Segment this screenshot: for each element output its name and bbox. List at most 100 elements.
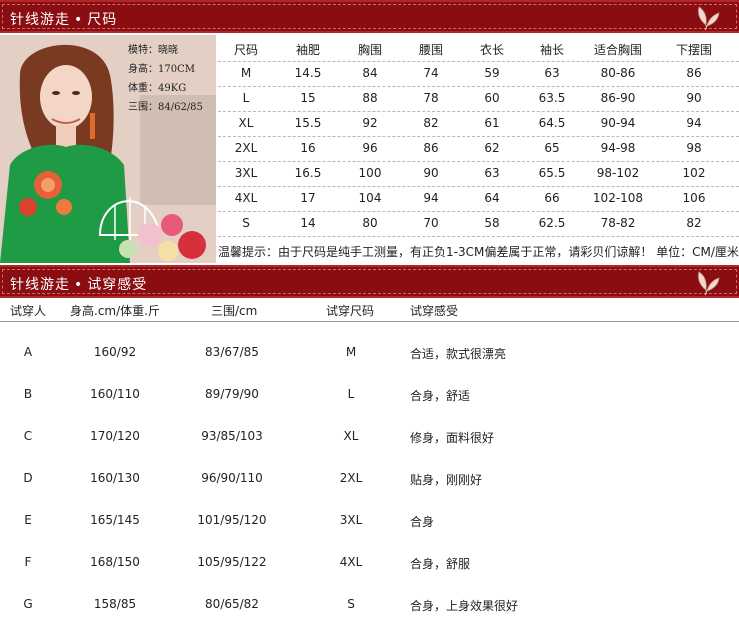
size-table-cell: 102 <box>682 166 706 180</box>
size-header-cell: 下摆围 <box>675 43 712 57</box>
try-header-divider <box>0 321 739 322</box>
try-table-cell: 170/120 <box>90 429 140 443</box>
size-table-cell: 100 <box>358 166 382 180</box>
try-table-cell: 160/110 <box>90 387 140 401</box>
size-tip-text: 温馨提示：由于尺码是纯手工测量，有正负1-3CM偏差属于正常，请彩贝们谅解！ 单… <box>218 245 739 259</box>
size-table-cell: 2XL <box>234 141 258 155</box>
size-section-banner: 针线游走 • 尺码 <box>0 0 739 33</box>
size-header-cell: 衣长 <box>479 43 504 57</box>
try-table-cell: 合适，款式很漂亮 <box>410 347 507 361</box>
try-table-cell: 96/90/110 <box>201 471 263 485</box>
try-table-cell: XL <box>343 429 359 443</box>
try-table-cell: 160/130 <box>90 471 140 485</box>
size-section-title: 针线游走 • 尺码 <box>10 9 117 29</box>
try-on-section-title: 针线游走 • 试穿感受 <box>10 274 147 294</box>
try-table-cell: 合身，舒适 <box>410 389 471 403</box>
model-name: 模特：晓晓 <box>128 45 178 56</box>
size-table-cell: 60 <box>484 91 500 105</box>
try-table-cell: 3XL <box>339 513 363 527</box>
size-table-cell: 78-82 <box>600 216 636 230</box>
title-dot: • <box>74 12 84 28</box>
size-table-row: M 14.5 84 74 59 63 80-86 86 <box>218 62 739 87</box>
size-table-cell: 58 <box>484 216 500 230</box>
size-table-cell: 16 <box>300 141 316 155</box>
size-table-cell: 80 <box>362 216 378 230</box>
size-table-cell: 106 <box>682 191 706 205</box>
size-table-cell: 15 <box>300 91 316 105</box>
model-photo: 模特：晓晓 身高：170CM 体重：49KG 三围：84/62/85 <box>0 35 216 263</box>
size-table-cell: 70 <box>423 216 439 230</box>
size-table-cell: 88 <box>362 91 378 105</box>
size-table-cell: 17 <box>300 191 316 205</box>
try-header-cell: 身高.cm/体重.斤 <box>70 304 160 318</box>
try-on-section-banner: 针线游走 • 试穿感受 <box>0 265 739 298</box>
try-table-cell: 158/85 <box>93 597 137 611</box>
try-table-cell: 101/95/120 <box>197 513 267 527</box>
try-table-cell: 93/85/103 <box>201 429 263 443</box>
try-table-cell: 160/92 <box>93 345 137 359</box>
size-table-cell: 74 <box>423 66 439 80</box>
size-table-cell: 96 <box>362 141 378 155</box>
size-table-cell: 62 <box>484 141 500 155</box>
size-table-row: XL 15.5 92 82 61 64.5 90-94 94 <box>218 112 739 137</box>
model-weight: 体重：49KG <box>128 83 187 94</box>
size-table-cell: 62.5 <box>538 216 566 230</box>
try-table-cell: 4XL <box>339 555 363 569</box>
try-table-cell: 修身，面料很好 <box>410 431 495 445</box>
try-header-cell: 试穿感受 <box>410 304 459 318</box>
try-table-cell: 83/67/85 <box>205 345 259 359</box>
size-table-cell: 86 <box>686 66 702 80</box>
try-table-cell: 165/145 <box>90 513 140 527</box>
size-table-cell: 98-102 <box>596 166 640 180</box>
brand-name: 针线游走 <box>10 12 70 28</box>
size-table-cell: M <box>240 66 252 80</box>
title-dot: • <box>74 277 84 293</box>
size-table-cell: 104 <box>358 191 382 205</box>
size-table-cell: 61 <box>484 116 500 130</box>
try-table-cell: 168/150 <box>90 555 140 569</box>
try-table-cell: 合身，舒服 <box>410 557 471 571</box>
try-header-cell: 三围/cm <box>211 304 258 318</box>
size-table-cell: 78 <box>423 91 439 105</box>
size-table-cell: 59 <box>484 66 500 80</box>
size-header-cell: 袖长 <box>539 43 564 57</box>
try-header-cell: 试穿尺码 <box>326 304 375 318</box>
size-table-cell: 64 <box>484 191 500 205</box>
try-table-cell: 合身，上身效果很好 <box>410 599 519 613</box>
size-table-cell: 14.5 <box>294 66 322 80</box>
size-table-header-row: 尺码 袖肥 胸围 腰围 衣长 袖长 适合胸围 下摆围 <box>218 37 739 62</box>
size-table-cell: 14 <box>300 216 316 230</box>
brand-name: 针线游走 <box>10 277 70 293</box>
section-name: 试穿感受 <box>87 277 148 293</box>
size-header-cell: 适合胸围 <box>593 43 642 57</box>
size-table-cell: 63.5 <box>538 91 566 105</box>
size-table-cell: 84 <box>362 66 378 80</box>
size-table-cell: 94-98 <box>600 141 636 155</box>
try-table-cell: 80/65/82 <box>205 597 259 611</box>
size-header-cell: 胸围 <box>357 43 382 57</box>
size-table-cell: 66 <box>544 191 560 205</box>
size-table-row: 4XL 17 104 94 64 66 102-108 106 <box>218 187 739 212</box>
size-table-cell: 16.5 <box>294 166 322 180</box>
try-table-cell: L <box>347 387 355 401</box>
size-table-cell: 63 <box>484 166 500 180</box>
try-header-cell: 试穿人 <box>10 304 47 318</box>
size-table-row: L 15 88 78 60 63.5 86-90 90 <box>218 87 739 112</box>
size-table-cell: 4XL <box>234 191 258 205</box>
size-table-cell: 15.5 <box>294 116 322 130</box>
size-table-cell: S <box>242 216 250 230</box>
size-table-cell: 82 <box>423 116 439 130</box>
model-height: 身高：170CM <box>128 64 195 75</box>
size-table-cell: 90-94 <box>600 116 636 130</box>
size-table-cell: 3XL <box>234 166 258 180</box>
size-table-cell: 82 <box>686 216 702 230</box>
size-table-cell: 86-90 <box>600 91 636 105</box>
try-table-cell: 89/79/90 <box>205 387 259 401</box>
size-table-cell: 92 <box>362 116 378 130</box>
size-table-cell: 65.5 <box>538 166 566 180</box>
size-table-cell: 64.5 <box>538 116 566 130</box>
size-header-cell: 袖肥 <box>295 43 320 57</box>
leaf-ornament-icon <box>698 271 720 296</box>
size-table-cell: 63 <box>544 66 560 80</box>
size-table-cell: 90 <box>423 166 439 180</box>
